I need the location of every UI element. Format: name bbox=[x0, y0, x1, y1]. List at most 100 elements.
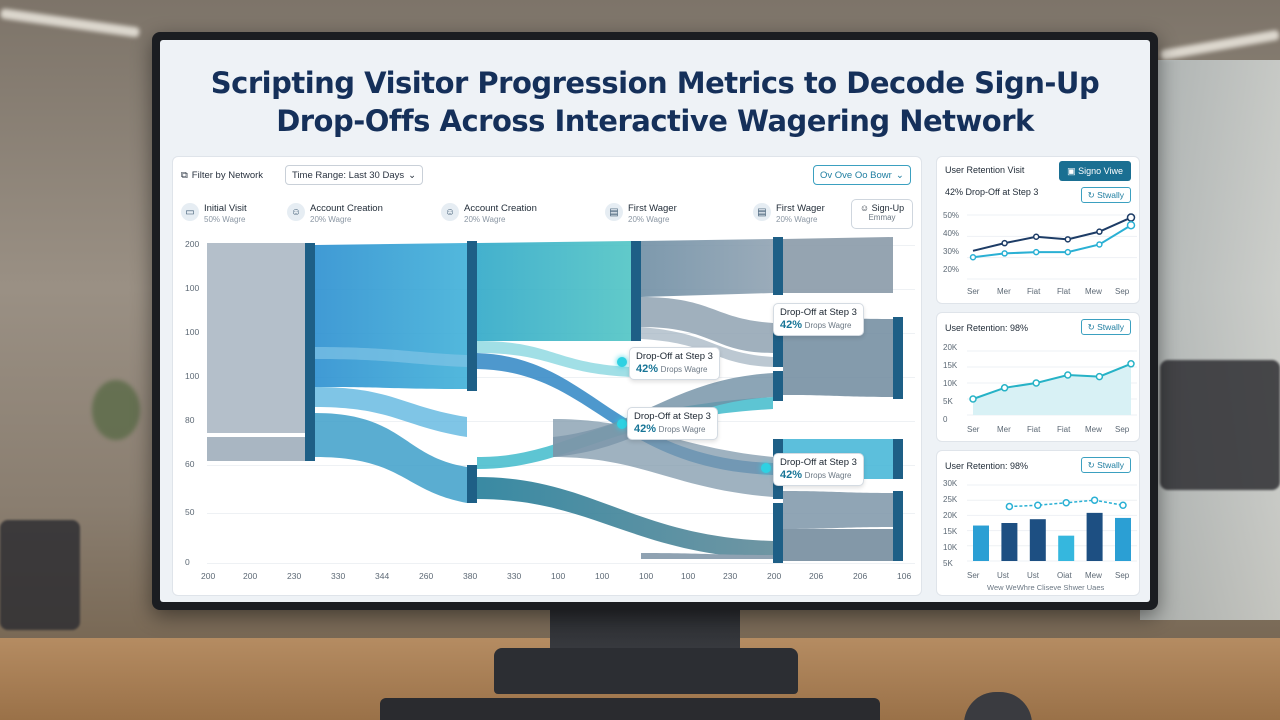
dropoff-callout[interactable]: Drop-Off at Step 3 42% Drops Wagre bbox=[627, 407, 718, 440]
bar bbox=[1001, 523, 1018, 561]
refresh-icon: ↻ bbox=[1087, 459, 1098, 470]
retention-bar-chart bbox=[967, 484, 1137, 562]
retention-line-chart bbox=[967, 213, 1137, 280]
x-tick: Ser bbox=[967, 425, 980, 434]
node-bar[interactable] bbox=[893, 491, 903, 561]
y-tick: 25K bbox=[943, 495, 958, 504]
flow-initial-visit-lower[interactable] bbox=[207, 437, 305, 461]
y-tick: 15K bbox=[943, 361, 958, 370]
x-tick: Sep bbox=[1115, 425, 1130, 434]
smoothly-toggle[interactable]: ↻ Stwally bbox=[1080, 187, 1131, 203]
x-tick: Mer bbox=[997, 287, 1011, 296]
callout-label: Drops Wagre bbox=[660, 365, 708, 374]
x-tick: Ust bbox=[1027, 571, 1039, 580]
callout-title: Drop-Off at Step 3 bbox=[636, 351, 713, 362]
panel-title: User Retention Visit bbox=[945, 165, 1025, 175]
x-tick: 260 bbox=[419, 571, 434, 581]
node-bar[interactable] bbox=[773, 503, 783, 533]
dropoff-callout[interactable]: Drop-Off at Step 3 42% Drops Wagre bbox=[629, 347, 720, 380]
callout-pct: 42% bbox=[634, 423, 657, 435]
y-tick: 5K bbox=[943, 559, 953, 568]
x-tick: Fiat bbox=[1027, 425, 1041, 434]
y-tick: 30K bbox=[943, 479, 958, 488]
x-tick: Ser bbox=[967, 287, 980, 296]
node-bar[interactable] bbox=[893, 317, 903, 399]
background-window bbox=[1140, 60, 1280, 620]
y-tick: 5K bbox=[943, 397, 953, 406]
retention-bar-panel: User Retention: 98% ↻ Stwally 30K 25K 20… bbox=[936, 450, 1140, 596]
node-bar[interactable] bbox=[773, 529, 783, 563]
flow-signup[interactable] bbox=[783, 529, 893, 561]
x-tick: 206 bbox=[809, 571, 824, 581]
bar bbox=[1058, 535, 1075, 561]
data-point bbox=[1005, 502, 1014, 511]
node-bar[interactable] bbox=[773, 237, 783, 295]
node-bar[interactable] bbox=[305, 243, 315, 461]
data-point bbox=[1032, 248, 1040, 256]
node-bar[interactable] bbox=[631, 241, 641, 341]
x-tick: 100 bbox=[681, 571, 696, 581]
callout-title: Drop-Off at Step 3 bbox=[634, 411, 711, 422]
callout-label: Drops Wagre bbox=[658, 425, 706, 434]
callout-pct: 42% bbox=[636, 363, 659, 375]
dropoff-marker[interactable] bbox=[617, 419, 627, 429]
monitor-base bbox=[494, 648, 798, 694]
data-point bbox=[1126, 220, 1136, 230]
x-tick: Sep bbox=[1115, 287, 1130, 296]
x-tick: Flat bbox=[1057, 287, 1071, 296]
background-monitor bbox=[1160, 360, 1280, 490]
data-point bbox=[1095, 372, 1104, 381]
smoothly-toggle[interactable]: ↻ Stwally bbox=[1080, 457, 1131, 473]
node-bar[interactable] bbox=[467, 465, 477, 503]
flow-first-wager[interactable] bbox=[477, 241, 631, 341]
node-bar[interactable] bbox=[893, 439, 903, 479]
x-tick: 200 bbox=[201, 571, 216, 581]
y-tick: 20K bbox=[943, 343, 958, 352]
panel-title: User Retention: 98% bbox=[945, 323, 1029, 333]
data-point bbox=[1001, 250, 1008, 257]
x-tick: 100 bbox=[551, 571, 566, 581]
x-tick: Sep bbox=[1115, 571, 1130, 580]
data-point bbox=[1096, 228, 1103, 235]
x-tick: Mew bbox=[1085, 287, 1102, 296]
bar bbox=[973, 525, 989, 561]
smoothly-toggle[interactable]: ↻ Stwally bbox=[1080, 319, 1131, 335]
dropoff-callout[interactable]: Drop-Off at Step 3 42% Drops Wagre bbox=[773, 303, 864, 336]
panel-subtitle: 42% Drop-Off at Step 3 bbox=[945, 187, 1039, 197]
x-tick: Ust bbox=[997, 571, 1009, 580]
x-tick: 230 bbox=[287, 571, 302, 581]
series-line bbox=[972, 224, 1132, 259]
data-point bbox=[1000, 384, 1009, 392]
chip-label: Stwally bbox=[1097, 460, 1124, 470]
x-tick: Mew bbox=[1085, 571, 1102, 580]
x-tick: 330 bbox=[507, 571, 522, 581]
y-tick: 0 bbox=[943, 415, 948, 424]
y-tick: 15K bbox=[943, 527, 958, 536]
flow-signup[interactable] bbox=[783, 237, 893, 293]
node-bar[interactable] bbox=[773, 371, 783, 401]
node-bar[interactable] bbox=[467, 241, 477, 391]
flow-stage3[interactable] bbox=[641, 239, 773, 297]
y-tick: 20K bbox=[943, 511, 958, 520]
data-point bbox=[1090, 496, 1099, 504]
bar bbox=[1115, 517, 1131, 561]
callout-label: Drops Wagre bbox=[804, 321, 852, 330]
data-point bbox=[1064, 371, 1072, 379]
flow-account-creation[interactable] bbox=[315, 243, 467, 389]
dropoff-marker[interactable] bbox=[761, 463, 771, 473]
data-point bbox=[1034, 501, 1042, 510]
x-tick: 206 bbox=[853, 571, 868, 581]
flow-initial-visit[interactable] bbox=[207, 243, 305, 433]
x-tick: Mer bbox=[997, 425, 1011, 434]
signup-view-button[interactable]: ▣ Signo Viwe bbox=[1059, 161, 1131, 181]
dropoff-callout[interactable]: Drop-Off at Step 3 42% Drops Wagre bbox=[773, 453, 864, 486]
y-tick: 10K bbox=[943, 379, 958, 388]
x-tick: 230 bbox=[723, 571, 738, 581]
flow-signup[interactable] bbox=[783, 491, 893, 529]
dropoff-marker[interactable] bbox=[617, 357, 627, 367]
data-point bbox=[1064, 248, 1072, 256]
data-point bbox=[1096, 241, 1103, 248]
callout-pct: 42% bbox=[780, 469, 803, 481]
x-tick: Fiat bbox=[1057, 425, 1071, 434]
callout-title: Drop-Off at Step 3 bbox=[780, 457, 857, 468]
